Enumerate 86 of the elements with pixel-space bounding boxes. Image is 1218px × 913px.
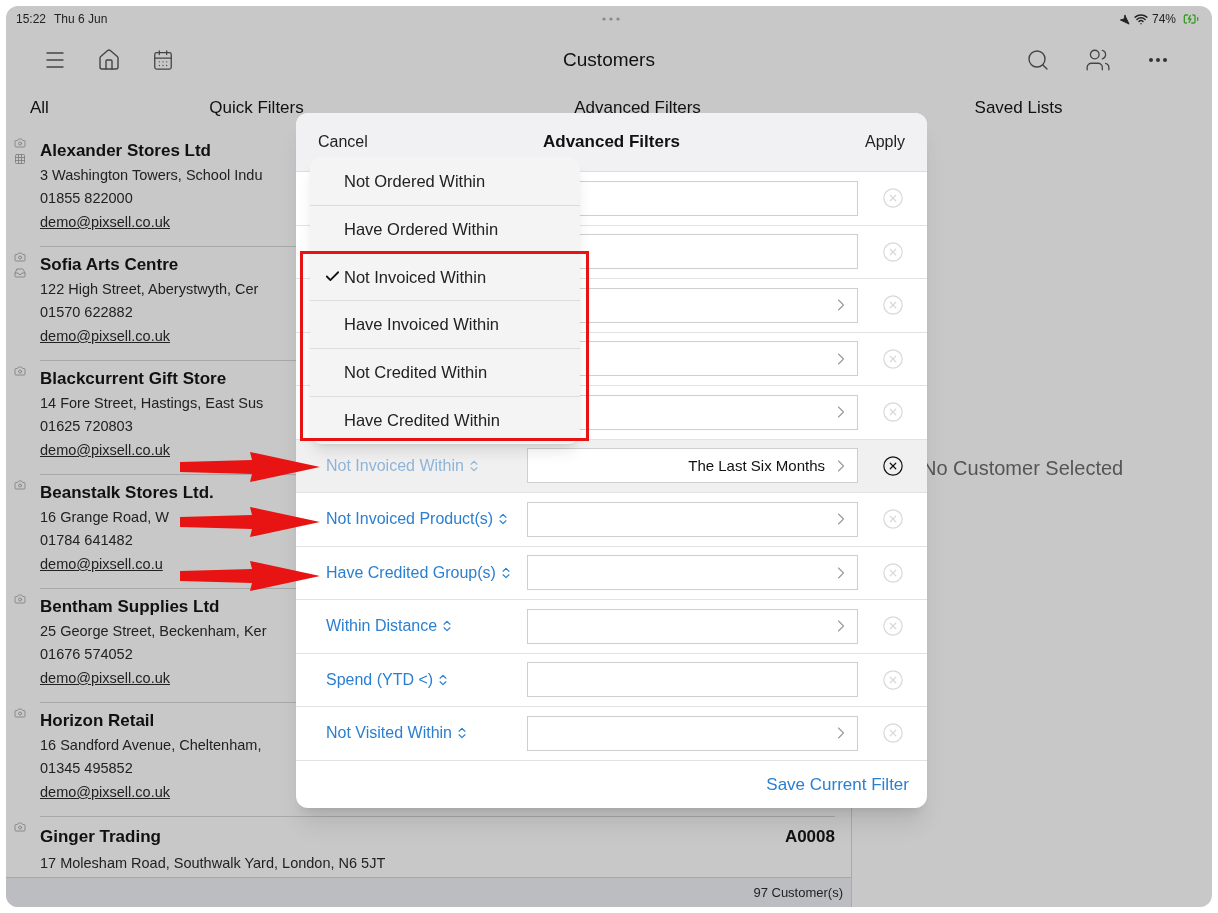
customer-name[interactable]: Horizon Retail <box>40 710 155 732</box>
customer-phone: 01676 574052 <box>40 646 133 662</box>
email-link[interactable]: demo@pixsell.co.uk <box>40 328 170 344</box>
clear-icon <box>881 668 904 691</box>
menu-item[interactable]: Have Ordered Within <box>310 204 580 253</box>
customer-phone: 01345 495852 <box>40 760 133 776</box>
nav-title: Customers <box>563 47 655 72</box>
camera-icon <box>14 365 26 377</box>
clear-icon <box>881 240 904 263</box>
value-picker-field[interactable]: The Last Six Months <box>527 448 858 484</box>
customer-name[interactable]: Blackcurrent Gift Store <box>40 368 227 390</box>
camera-icon <box>14 479 26 491</box>
value-picker-field[interactable] <box>527 715 858 751</box>
camera-icon <box>14 593 26 605</box>
filter-type-picker[interactable]: Not Visited Within <box>326 721 469 746</box>
cancel-button[interactable]: Cancel <box>318 130 368 154</box>
clear-icon <box>881 561 904 584</box>
status-time: 15:22 <box>16 11 47 28</box>
customer-address: 14 Fore Street, Hastings, East Sus <box>40 395 264 411</box>
filter-tab[interactable]: All <box>30 95 66 121</box>
menu-item[interactable]: Have Credited Within <box>310 396 580 444</box>
camera-icon <box>14 821 26 833</box>
customer-name[interactable]: Beanstalk Stores Ltd. <box>40 482 214 504</box>
customer-address: 3 Washington Towers, School Indu <box>40 167 263 183</box>
clear-icon <box>881 347 904 370</box>
people-icon <box>1084 47 1112 73</box>
filter-type-picker[interactable]: Spend (YTD <) <box>326 667 451 692</box>
customer-address: 122 High Street, Aberystwyth, Cer <box>40 281 259 297</box>
grid-icon <box>14 153 26 165</box>
camera-icon <box>14 251 26 263</box>
customer-code: A0008 <box>784 826 835 848</box>
more-icon <box>1149 58 1167 62</box>
status-date: Thu 6 Jun <box>54 11 108 28</box>
multitask-dots-icon <box>602 17 620 21</box>
search-icon <box>1026 48 1050 72</box>
customer-count: 97 Customer(s) <box>753 883 843 902</box>
customer-name[interactable]: Alexander Stores Ltd <box>40 140 211 162</box>
customer-address: 17 Molesham Road, Southwalk Yard, London, N6 5JT <box>40 854 386 871</box>
email-link[interactable]: demo@pixsell.co.uk <box>40 214 170 230</box>
filter-type-picker[interactable]: Within Distance <box>326 614 455 639</box>
home-icon <box>97 48 121 72</box>
location-icon <box>1118 13 1130 25</box>
clear-icon <box>881 454 904 477</box>
value-picker-field[interactable] <box>527 501 858 537</box>
wifi-icon <box>1133 12 1148 26</box>
filter-value: The Last Six Months <box>688 455 825 476</box>
email-link[interactable]: demo@pixsell.co.uk <box>40 784 170 800</box>
menu-item[interactable]: Not Ordered Within <box>310 157 580 205</box>
email-link[interactable]: demo@pixsell.co.u <box>40 556 163 572</box>
camera-icon <box>14 137 26 149</box>
customer-name[interactable]: Ginger Trading <box>40 825 161 848</box>
value-picker-field[interactable] <box>527 555 858 591</box>
menu-item[interactable]: Not Credited Within <box>310 348 580 396</box>
clear-icon <box>881 508 904 531</box>
save-filter-link[interactable]: Save Current Filter <box>766 771 909 797</box>
filter-tab[interactable]: Quick Filters <box>66 95 447 121</box>
filter-type-picker[interactable]: Have Credited Group(s) <box>326 560 513 585</box>
clear-icon <box>881 294 904 317</box>
customer-address: 16 Grange Road, W <box>40 509 169 525</box>
filter-tab[interactable]: Saved Lists <box>828 95 1209 121</box>
customer-name[interactable]: Bentham Supplies Ltd <box>40 596 220 618</box>
clear-icon <box>881 615 904 638</box>
camera-icon <box>14 707 26 719</box>
clear-icon <box>881 187 904 210</box>
menu-item[interactable]: Have Invoiced Within <box>310 300 580 349</box>
customer-phone: 01625 720803 <box>40 418 133 434</box>
customer-name[interactable]: Sofia Arts Centre <box>40 254 179 276</box>
clear-icon <box>881 401 904 424</box>
calendar-icon <box>152 49 174 71</box>
value-picker-field[interactable] <box>527 608 858 644</box>
dialog-title: Advanced Filters <box>543 131 680 154</box>
clear-button[interactable] <box>880 453 905 478</box>
clear-icon <box>881 722 904 745</box>
customer-phone: 01570 622882 <box>40 304 133 320</box>
tray-icon <box>14 267 26 279</box>
value-input-field[interactable] <box>527 662 858 698</box>
customer-phone: 01855 822000 <box>40 190 133 206</box>
customer-address: 16 Sandford Avenue, Cheltenham, <box>40 737 262 753</box>
filter-tab[interactable]: Advanced Filters <box>447 95 828 121</box>
email-link[interactable]: demo@pixsell.co.uk <box>40 670 170 686</box>
customer-phone: 01784 641482 <box>40 532 133 548</box>
battery-percent: 74% <box>1151 11 1176 28</box>
filter-type-picker[interactable]: Not Invoiced Product(s) <box>326 507 511 532</box>
customer-address: 25 George Street, Beckenham, Ker <box>40 623 267 639</box>
apply-button[interactable]: Apply <box>864 130 905 154</box>
email-link[interactable]: demo@pixsell.co.uk <box>40 442 170 458</box>
